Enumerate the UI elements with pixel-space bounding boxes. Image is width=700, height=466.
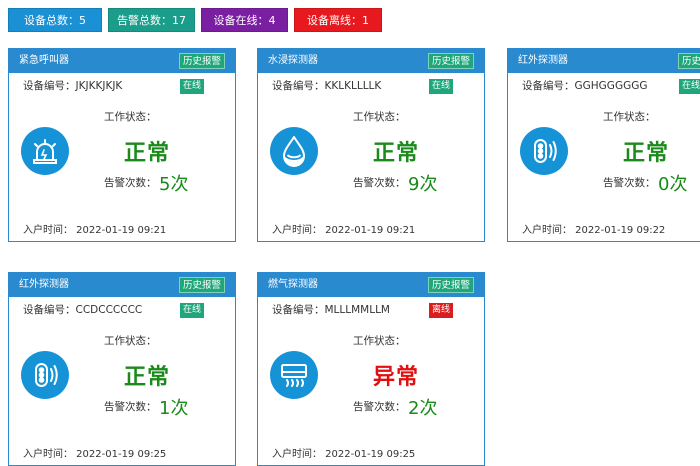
status-badge: 离线	[429, 303, 454, 318]
alarm-count-value: 0次	[658, 174, 688, 195]
work-status-value: 正常	[373, 141, 420, 166]
alarm-count-label: 告警次数：	[603, 177, 656, 189]
status-badge: 在线	[679, 79, 700, 94]
work-status-value: 正常	[124, 141, 171, 166]
history-alarm-button[interactable]: 历史报警	[427, 53, 474, 69]
device-card-2: 水浸探测器 历史报警 设备编号：KKLKLLLLK 在线 工作状态： 正常 告警…	[257, 48, 485, 242]
history-alarm-button[interactable]: 历史报警	[677, 53, 700, 69]
card-header: 燃气探测器 历史报警	[258, 273, 484, 297]
work-status-label: 工作状态：	[104, 335, 157, 347]
infrared-sensor-icon	[21, 351, 69, 399]
card-header: 红外探测器 历史报警	[508, 49, 700, 73]
history-alarm-button[interactable]: 历史报警	[178, 277, 225, 293]
alarm-count-label: 告警次数：	[353, 177, 406, 189]
status-badge: 在线	[429, 79, 454, 94]
work-status-label: 工作状态：	[353, 335, 406, 347]
device-id: 设备编号：CCDCCCCCC	[23, 304, 143, 316]
device-title: 水浸探测器	[268, 55, 318, 66]
total-devices-badge[interactable]: 设备总数：5	[8, 8, 102, 32]
install-time: 入户时间： 2022-01-19 09:21	[23, 225, 167, 236]
install-time: 入户时间： 2022-01-19 09:22	[522, 225, 666, 236]
device-title: 红外探测器	[19, 279, 69, 290]
alarm-count-label: 告警次数：	[104, 177, 157, 189]
work-status-value: 异常	[373, 365, 420, 390]
total-alarms-badge[interactable]: 告警总数：17	[108, 8, 195, 32]
device-card-3: 红外探测器 历史报警 设备编号：GGHGGGGGG 在线 工作状态： 正常 告警…	[507, 48, 700, 242]
device-id: 设备编号：KKLKLLLLK	[272, 80, 382, 92]
alarm-count-value: 1次	[159, 398, 189, 419]
history-alarm-button[interactable]: 历史报警	[427, 277, 474, 293]
device-card-4: 红外探测器 历史报警 设备编号：CCDCCCCCC 在线 工作状态： 正常 告警…	[8, 272, 236, 466]
water-drop-icon	[270, 127, 318, 175]
card-header: 紧急呼叫器 历史报警	[9, 49, 235, 73]
work-status-label: 工作状态：	[603, 111, 656, 123]
card-header: 红外探测器 历史报警	[9, 273, 235, 297]
alarm-count-label: 告警次数：	[353, 401, 406, 413]
alarm-count-label: 告警次数：	[104, 401, 157, 413]
device-title: 红外探测器	[518, 55, 568, 66]
device-title: 紧急呼叫器	[19, 55, 69, 66]
install-time: 入户时间： 2022-01-19 09:21	[272, 225, 416, 236]
status-badge: 在线	[180, 303, 205, 318]
status-badge: 在线	[180, 79, 205, 94]
device-id: 设备编号：MLLLMMLLM	[272, 304, 390, 316]
device-id: 设备编号：JKJKKJKJK	[23, 80, 123, 92]
install-time: 入户时间： 2022-01-19 09:25	[272, 449, 416, 460]
gas-detector-icon	[270, 351, 318, 399]
device-id: 设备编号：GGHGGGGGG	[522, 80, 648, 92]
work-status-value: 正常	[623, 141, 670, 166]
work-status-label: 工作状态：	[353, 111, 406, 123]
alarm-count-value: 2次	[408, 398, 438, 419]
card-header: 水浸探测器 历史报警	[258, 49, 484, 73]
alarm-count-value: 9次	[408, 174, 438, 195]
history-alarm-button[interactable]: 历史报警	[178, 53, 225, 69]
install-time: 入户时间： 2022-01-19 09:25	[23, 449, 167, 460]
device-card-5: 燃气探测器 历史报警 设备编号：MLLLMMLLM 离线 工作状态： 异常 告警…	[257, 272, 485, 466]
infrared-sensor-icon	[520, 127, 568, 175]
alarm-count-value: 5次	[159, 174, 189, 195]
offline-devices-badge[interactable]: 设备离线：1	[294, 8, 382, 32]
alarm-siren-icon	[21, 127, 69, 175]
device-title: 燃气探测器	[268, 279, 318, 290]
work-status-value: 正常	[124, 365, 171, 390]
online-devices-badge[interactable]: 设备在线：4	[201, 8, 288, 32]
device-card-1: 紧急呼叫器 历史报警 设备编号：JKJKKJKJK 在线 工作状态： 正常 告警…	[8, 48, 236, 242]
work-status-label: 工作状态：	[104, 111, 157, 123]
